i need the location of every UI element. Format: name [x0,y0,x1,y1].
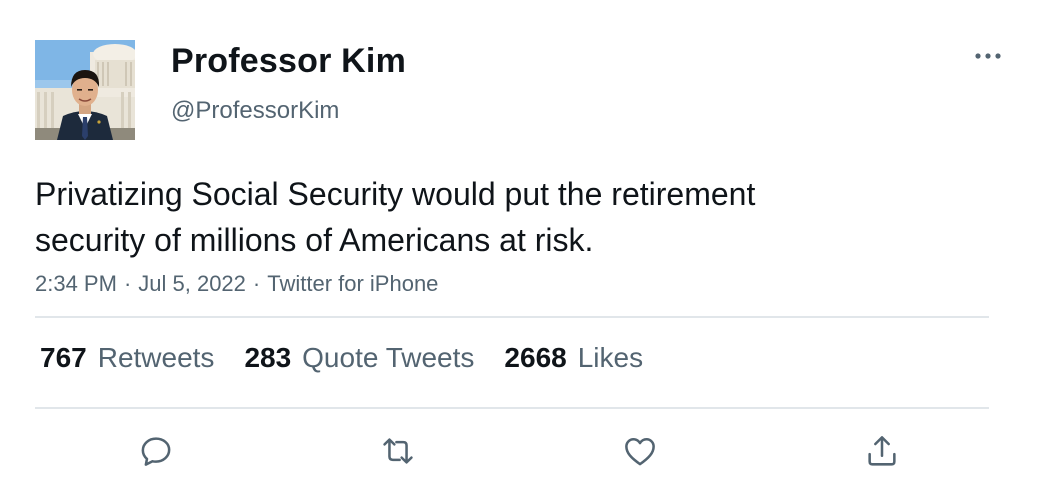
author-display-name[interactable]: Professor Kim [171,42,406,81]
tweet-card: Professor Kim @ProfessorKim Privatizing … [0,0,1050,480]
likes-count: 2668 [504,342,567,373]
heart-icon [625,438,655,466]
divider [35,316,989,318]
author-handle[interactable]: @ProfessorKim [171,97,339,125]
quote-tweets-label: Quote Tweets [302,342,475,373]
retweet-icon [383,438,413,464]
retweets-stat[interactable]: 767 Retweets [40,342,214,374]
tweet-meta: 2:34 PM · Jul 5, 2022 · Twitter for iPhone [35,271,438,297]
divider [35,407,989,409]
quote-tweets-stat[interactable]: 283 Quote Tweets [244,342,474,374]
tweet-time[interactable]: 2:34 PM [35,271,117,296]
tweet-actions [0,428,1050,474]
retweets-label: Retweets [97,342,215,373]
like-button[interactable] [617,428,663,474]
likes-label: Likes [577,342,644,373]
meta-separator: · [123,271,132,296]
quote-tweets-count: 283 [244,342,292,373]
more-horizontal-icon [975,53,1001,59]
tweet-stats: 767 Retweets 283 Quote Tweets 2668 Likes [40,342,673,374]
tweet-text-line: Privatizing Social Security would put th… [35,176,756,212]
more-options-button[interactable] [970,42,1006,70]
likes-stat[interactable]: 2668 Likes [504,342,643,374]
reply-button[interactable] [133,428,179,474]
avatar-photo [35,40,135,140]
share-icon [868,436,896,466]
meta-separator: · [252,271,261,296]
tweet-date[interactable]: Jul 5, 2022 [138,271,246,296]
retweet-button[interactable] [375,428,421,474]
tweet-source-link[interactable]: Twitter for iPhone [267,271,438,296]
tweet-text-line: security of millions of Americans at ris… [35,222,594,258]
avatar[interactable] [35,40,135,140]
share-button[interactable] [859,428,905,474]
reply-icon [141,437,171,466]
tweet-text: Privatizing Social Security would put th… [35,171,935,263]
retweets-count: 767 [40,342,87,373]
